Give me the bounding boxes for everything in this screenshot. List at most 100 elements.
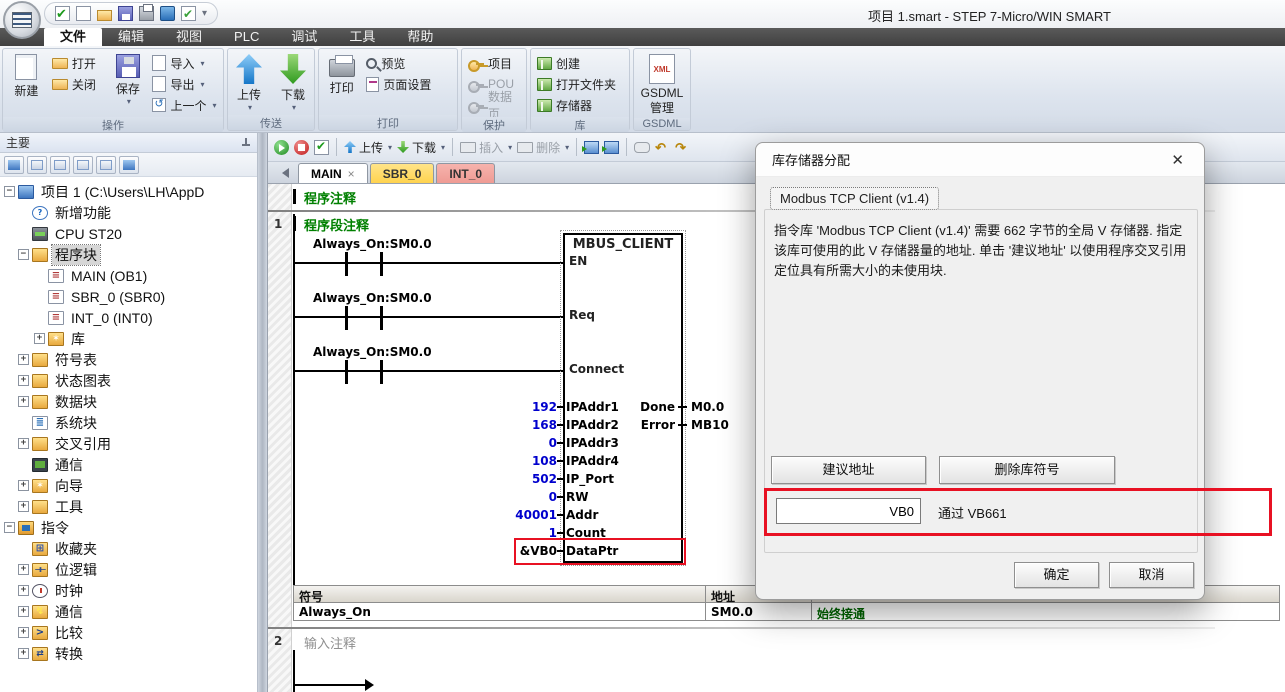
param-row[interactable]: 0IPAddr3 — [447, 434, 683, 452]
new-button[interactable]: 新建 — [6, 51, 47, 99]
contact-icon[interactable] — [380, 360, 383, 384]
tree-item-int0[interactable]: INT_0 (INT0) — [0, 307, 257, 328]
menu-tab-tools[interactable]: 工具 — [333, 28, 391, 46]
menu-tab-edit[interactable]: 编辑 — [102, 28, 160, 46]
tree-item-favorites[interactable]: 收藏夹 — [0, 538, 257, 559]
tree-item-comm-instr[interactable]: 通信 — [0, 601, 257, 622]
contact-icon[interactable] — [380, 252, 383, 276]
param-row[interactable]: 502IP_Port — [447, 470, 683, 488]
app-menu-button[interactable] — [3, 1, 41, 39]
previous-button[interactable]: 上一个 — [149, 95, 220, 115]
library-memory-button[interactable]: 存储器 — [534, 95, 626, 115]
tree-item-symbol-table[interactable]: 符号表 — [0, 349, 257, 370]
cancel-button[interactable]: 取消 — [1109, 562, 1194, 588]
tree-item-main[interactable]: MAIN (OB1) — [0, 265, 257, 286]
dialog-close-icon[interactable]: ✕ — [1167, 151, 1188, 169]
expander-icon[interactable] — [34, 333, 45, 344]
view-data-block-icon[interactable] — [73, 156, 93, 174]
pou-cascade-2-icon[interactable] — [604, 141, 619, 154]
contact-icon[interactable] — [345, 360, 348, 384]
expander-icon[interactable] — [18, 501, 29, 512]
panel-splitter[interactable] — [258, 133, 268, 692]
download-toolbar-button[interactable]: 下载 — [397, 139, 445, 156]
tree-item-whats-new[interactable]: 新增功能 — [0, 202, 257, 223]
tree-item-sbr0[interactable]: SBR_0 (SBR0) — [0, 286, 257, 307]
preview-button[interactable]: 预览 — [363, 53, 454, 73]
qat-dropdown-icon[interactable]: ▾ — [202, 8, 207, 19]
param-row[interactable]: 40001Addr — [447, 506, 683, 524]
expander-icon[interactable] — [4, 186, 15, 197]
gsdml-manage-button[interactable]: GSDML管理 — [637, 51, 687, 116]
tree-item-cross-reference[interactable]: 交叉引用 — [0, 433, 257, 454]
tree-item-program-block[interactable]: 程序块 — [0, 244, 257, 265]
expander-icon[interactable] — [18, 438, 29, 449]
view-cross-reference-icon[interactable] — [96, 156, 116, 174]
stop-icon[interactable] — [294, 140, 309, 155]
tree-item-tools[interactable]: 工具 — [0, 496, 257, 517]
view-status-chart-icon[interactable] — [50, 156, 70, 174]
contact-icon[interactable] — [345, 252, 348, 276]
next-bookmark-icon[interactable]: ↷ — [675, 141, 690, 154]
tree-item-convert[interactable]: 转换 — [0, 643, 257, 664]
delete-library-symbols-button[interactable]: 删除库符号 — [939, 456, 1115, 484]
info-icon[interactable] — [160, 6, 175, 21]
edit-check-icon[interactable] — [181, 6, 196, 21]
expander-icon[interactable] — [18, 249, 29, 260]
open-folder-icon[interactable] — [97, 10, 112, 21]
view-project-icon[interactable] — [4, 156, 24, 174]
expander-icon[interactable] — [18, 480, 29, 491]
symbol-table-row[interactable]: Always_On SM0.0 始终接通 — [293, 603, 1280, 621]
tree-item-status-chart[interactable]: 状态图表 — [0, 370, 257, 391]
close-button[interactable]: 关闭 — [49, 74, 107, 94]
menu-tab-view[interactable]: 视图 — [160, 28, 218, 46]
validate-icon[interactable] — [55, 6, 70, 21]
upload-button[interactable]: 上传 — [231, 51, 267, 110]
export-button[interactable]: 导出 — [149, 74, 220, 94]
print-icon[interactable] — [139, 6, 154, 21]
tree-item-clock[interactable]: 时钟 — [0, 580, 257, 601]
menu-tab-help[interactable]: 帮助 — [391, 28, 449, 46]
network-2-comment[interactable]: 输入注释 — [304, 633, 356, 652]
tree-item-cpu[interactable]: CPU ST20 — [0, 223, 257, 244]
tab-close-icon[interactable]: × — [348, 167, 355, 181]
tab-main[interactable]: MAIN× — [298, 163, 368, 183]
page-setup-button[interactable]: 页面设置 — [363, 74, 454, 94]
expander-icon[interactable] — [18, 627, 29, 638]
run-icon[interactable] — [274, 140, 289, 155]
compile-icon[interactable] — [314, 140, 329, 155]
open-button[interactable]: 打开 — [49, 53, 107, 73]
download-button[interactable]: 下载 — [275, 51, 311, 110]
ok-button[interactable]: 确定 — [1014, 562, 1099, 588]
menu-tab-file[interactable]: 文件 — [44, 28, 102, 46]
expander-icon[interactable] — [18, 354, 29, 365]
library-create-button[interactable]: 创建 — [534, 53, 626, 73]
print-button[interactable]: 打印 — [322, 51, 361, 96]
expander-icon[interactable] — [18, 585, 29, 596]
dialog-tab-modbus[interactable]: Modbus TCP Client (v1.4) — [770, 187, 939, 210]
expander-icon[interactable] — [18, 564, 29, 575]
import-button[interactable]: 导入 — [149, 53, 220, 73]
param-row[interactable]: 0RW — [447, 488, 683, 506]
tab-sbr0[interactable]: SBR_0 — [370, 163, 435, 183]
tree-item-library[interactable]: 库 — [0, 328, 257, 349]
program-comment[interactable]: 程序注释 — [304, 188, 356, 207]
menu-tab-debug[interactable]: 调试 — [275, 28, 333, 46]
dialog-titlebar[interactable]: 库存储器分配 ✕ — [756, 143, 1204, 177]
tree-item-compare[interactable]: 比较 — [0, 622, 257, 643]
contact-icon[interactable] — [380, 306, 383, 330]
save-icon[interactable] — [118, 6, 133, 21]
view-symbol-table-icon[interactable] — [27, 156, 47, 174]
tree-item-data-block[interactable]: 数据块 — [0, 391, 257, 412]
protect-project-button[interactable]: 项目 — [465, 53, 523, 73]
suggest-address-button[interactable]: 建议地址 — [771, 456, 926, 484]
expander-icon[interactable] — [18, 648, 29, 659]
upload-toolbar-button[interactable]: 上传 — [344, 139, 392, 156]
expander-icon[interactable] — [4, 522, 15, 533]
menu-tab-plc[interactable]: PLC — [218, 28, 275, 46]
expander-icon[interactable] — [18, 606, 29, 617]
view-communication-icon[interactable] — [119, 156, 139, 174]
tree-item-bit-logic[interactable]: 位逻辑 — [0, 559, 257, 580]
pou-cascade-icon[interactable] — [584, 141, 599, 154]
bookmark-icon[interactable] — [634, 142, 650, 153]
expander-icon[interactable] — [18, 375, 29, 386]
